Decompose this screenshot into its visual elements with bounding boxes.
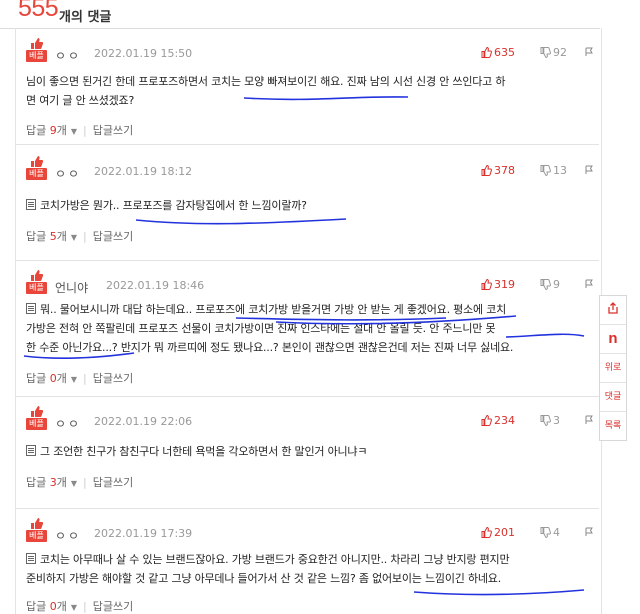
highlight-underline <box>413 589 585 596</box>
reply-count: 3 <box>49 476 57 489</box>
reply-row: 답글 3개 ▼ | 답글쓰기 <box>26 476 134 489</box>
best-badge-label: 베플 <box>26 418 47 430</box>
list-button[interactable]: 목록 <box>600 412 626 440</box>
highlight-underline <box>243 96 409 101</box>
comment-item: 베플 ㅇㅇ 2022.01.19 22:06 234 3 그 조언한 친구가 참… <box>16 396 599 509</box>
downvote-button[interactable]: 3 <box>540 414 560 427</box>
scroll-top-button[interactable]: 위로 <box>600 354 626 383</box>
highlight-underline <box>23 315 585 359</box>
thumbs-up-icon <box>31 406 43 417</box>
write-reply-button[interactable]: 답글쓰기 <box>93 476 133 489</box>
thumbs-up-icon <box>481 414 492 426</box>
reply-toggle[interactable]: 답글 3개 ▼ <box>26 476 77 489</box>
comment-line: 그 조언한 친구가 참친구다 너한테 욕먹을 각오하면서 한 말인거 아니냐ㅋ <box>26 442 581 461</box>
best-badge: 베플 <box>26 406 47 431</box>
comment-item: 베플 ㅇㅇ 2022.01.19 18:12 378 13 코치가방은 뭔가..… <box>16 144 599 261</box>
upvote-button[interactable]: 234 <box>481 414 515 427</box>
highlight-underline <box>135 218 347 225</box>
downvote-count: 3 <box>553 414 560 427</box>
share-button[interactable] <box>600 296 626 325</box>
comment-date: 2022.01.19 22:06 <box>94 415 193 428</box>
comment-item: 베플 언니야 2022.01.19 18:46 319 9 뭐.. 물어보시니까… <box>16 260 599 397</box>
caret-down-icon: ▼ <box>70 479 78 488</box>
comment-author[interactable]: ㅇㅇ <box>55 415 81 432</box>
naver-logo-icon: n <box>608 330 618 347</box>
comment-item: 베플 ㅇㅇ 2022.01.19 15:50 635 92 님이 좋으면 된거긴… <box>16 28 599 145</box>
comment-header: 555 개의 댓글 <box>0 0 600 29</box>
naver-share-button[interactable]: n <box>600 325 626 354</box>
comment-count: 555 <box>18 0 59 22</box>
share-icon <box>608 302 618 314</box>
thumbs-down-icon <box>540 415 551 427</box>
comment-item: 베플 ㅇㅇ 2022.01.19 17:39 201 4 코치는 아무때나 살 … <box>16 508 599 614</box>
floating-sidebar: n 위로 댓글 목록 <box>599 295 627 441</box>
report-icon[interactable] <box>584 415 594 425</box>
comment-body: 그 조언한 친구가 참친구다 너한테 욕먹을 각오하면서 한 말인거 아니냐ㅋ <box>26 442 581 461</box>
comment-meta: 베플 ㅇㅇ 2022.01.19 22:06 234 3 <box>26 406 594 431</box>
document-icon <box>26 445 36 456</box>
comment-count-label: 개의 댓글 <box>59 10 112 25</box>
comments-button[interactable]: 댓글 <box>600 383 626 412</box>
upvote-count: 234 <box>494 414 515 427</box>
